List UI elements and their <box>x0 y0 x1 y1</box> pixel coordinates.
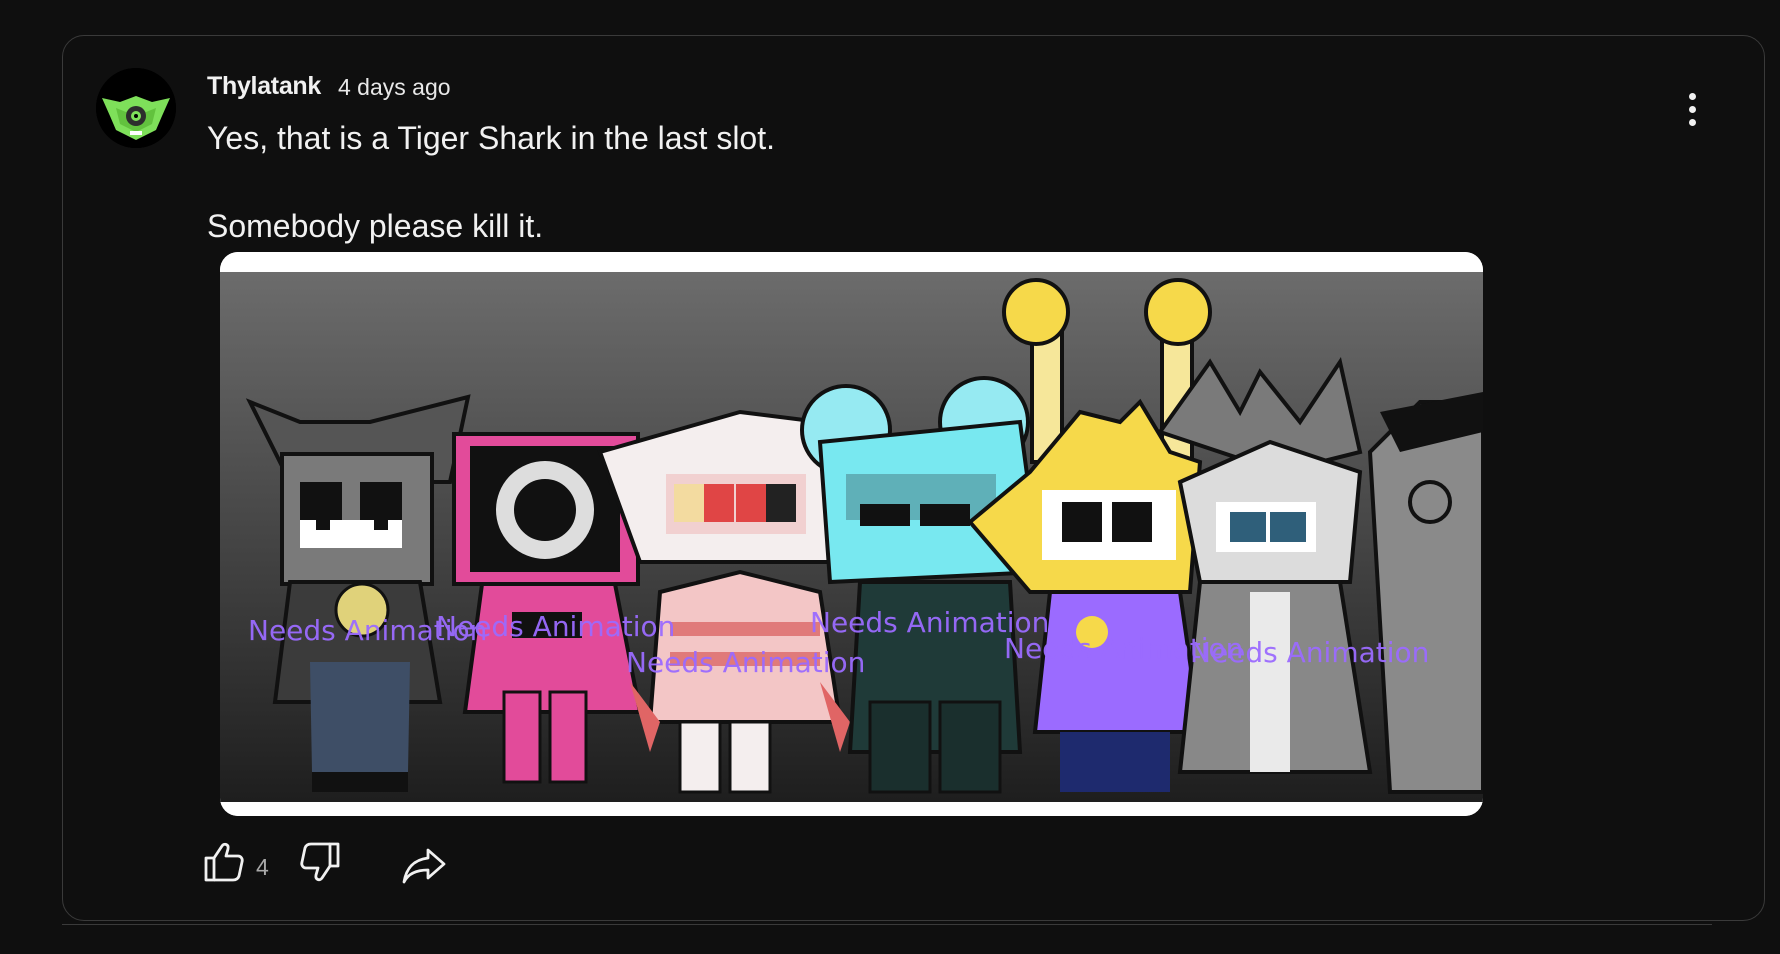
author-name[interactable]: Thylatank <box>207 72 321 101</box>
post-text-line: Yes, that is a Tiger Shark in the last s… <box>207 120 775 156</box>
share-button[interactable] <box>400 840 448 888</box>
divider <box>62 924 1712 925</box>
characters-lineup-image: Needs Animation Needs Animation Needs An… <box>220 252 1483 816</box>
share-arrow-icon <box>402 848 446 884</box>
like-button[interactable] <box>200 838 248 886</box>
thumbs-down-icon <box>300 842 340 882</box>
post-text-line: Somebody please kill it. <box>207 208 544 244</box>
post-image[interactable]: Needs Animation Needs Animation Needs An… <box>220 252 1483 816</box>
overlay-label: Needs Animation <box>1190 636 1429 669</box>
more-options-button[interactable] <box>1670 82 1714 136</box>
dislike-button[interactable] <box>296 838 344 886</box>
green-creature-avatar-icon <box>96 68 176 148</box>
like-count: 4 <box>256 854 269 880</box>
overlay-label: Needs Animation <box>626 646 865 679</box>
character-edge-cutoff <box>1367 392 1483 794</box>
thumbs-up-icon <box>204 842 244 882</box>
overlay-label: Needs Animation <box>436 610 675 643</box>
avatar[interactable] <box>96 68 176 148</box>
post-body: Yes, that is a Tiger Shark in the last s… <box>207 116 775 248</box>
post-timestamp[interactable]: 4 days ago <box>338 74 451 101</box>
